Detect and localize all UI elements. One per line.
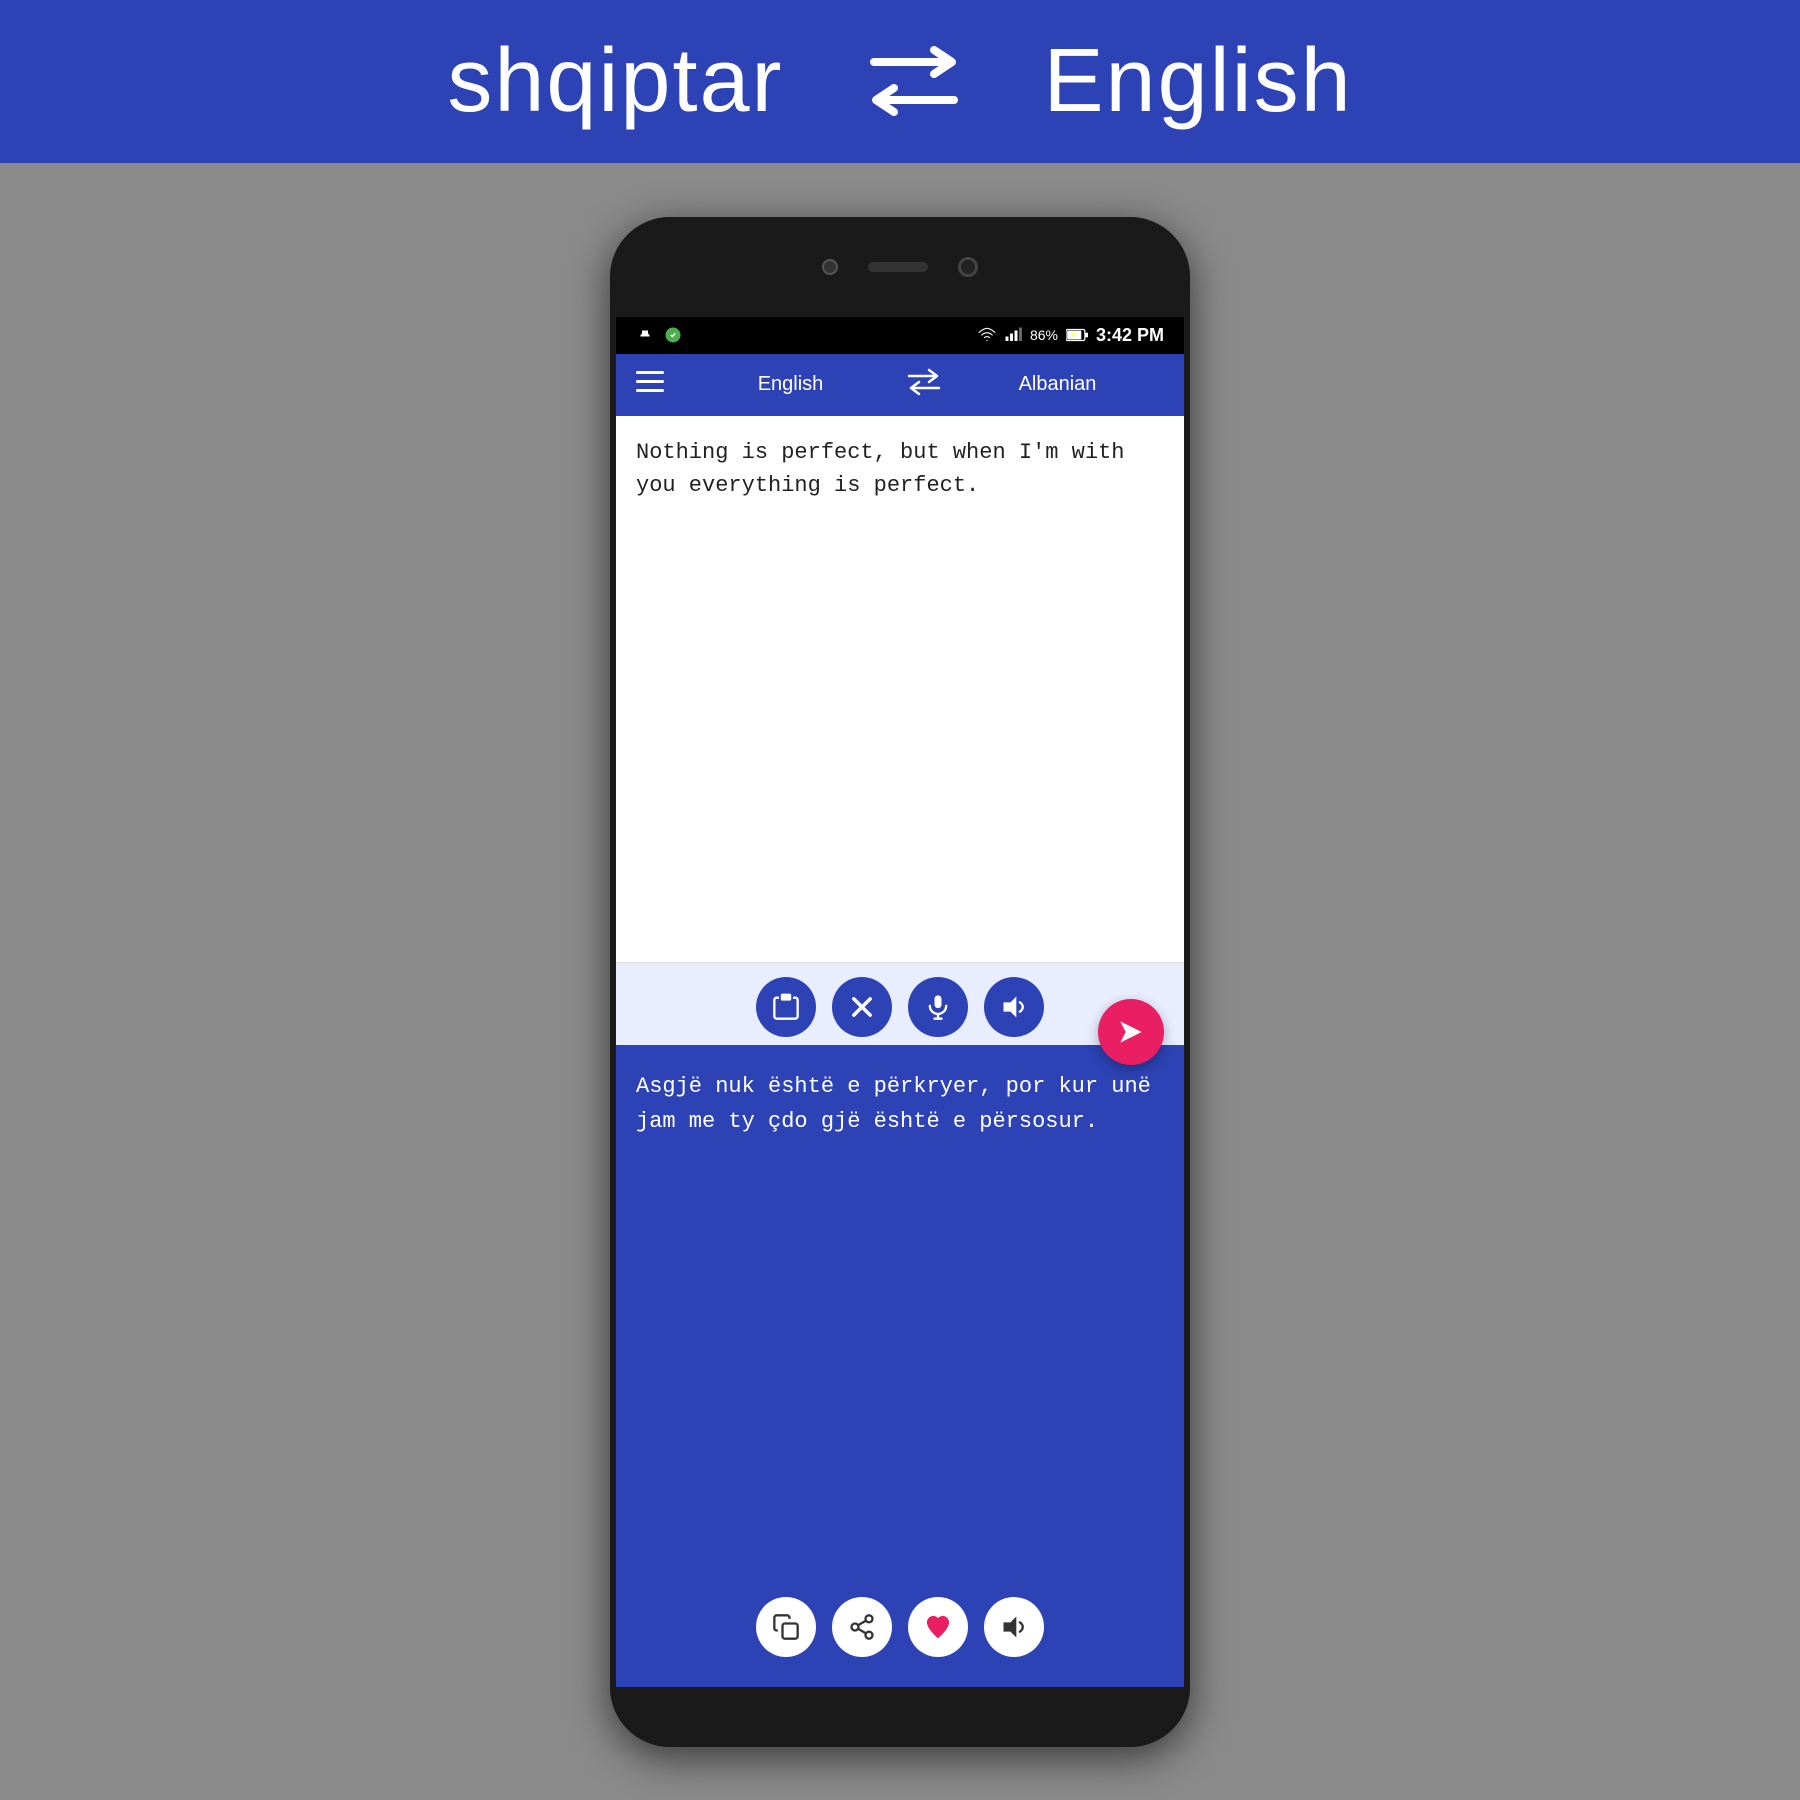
gray-area: 86% 3:42 PM bbox=[0, 163, 1800, 1800]
battery-icon bbox=[1066, 328, 1088, 342]
banner-swap-icon[interactable] bbox=[864, 37, 964, 127]
menu-button[interactable] bbox=[636, 371, 664, 399]
phone-screen: 86% 3:42 PM bbox=[616, 317, 1184, 1687]
wifi-icon bbox=[978, 326, 996, 344]
copy-icon bbox=[772, 1613, 800, 1641]
clear-icon bbox=[848, 993, 876, 1021]
status-bar: 86% 3:42 PM bbox=[616, 317, 1184, 354]
banner-lang-right[interactable]: English bbox=[1044, 30, 1353, 133]
battery-percent: 86% bbox=[1030, 327, 1058, 343]
banner-lang-left[interactable]: shqiptar bbox=[447, 30, 783, 133]
input-area[interactable]: Nothing is perfect, but when I'm with yo… bbox=[616, 416, 1184, 963]
clear-button[interactable] bbox=[832, 977, 892, 1037]
toolbar-lang-right[interactable]: Albanian bbox=[951, 373, 1164, 396]
phone-bottom-bezel bbox=[610, 1687, 1190, 1747]
app-toolbar: English Albanian bbox=[616, 354, 1184, 416]
phone: 86% 3:42 PM bbox=[610, 217, 1190, 1747]
toolbar-swap-button[interactable] bbox=[897, 368, 951, 402]
phone-front-camera bbox=[822, 259, 838, 275]
clipboard-button[interactable] bbox=[756, 977, 816, 1037]
send-icon bbox=[1115, 1016, 1147, 1048]
microphone-icon bbox=[924, 993, 952, 1021]
copy-output-button[interactable] bbox=[756, 1597, 816, 1657]
share-icon bbox=[848, 1613, 876, 1641]
status-time: 3:42 PM bbox=[1096, 325, 1164, 346]
input-text[interactable]: Nothing is perfect, but when I'm with yo… bbox=[636, 436, 1164, 942]
app-icon bbox=[664, 326, 682, 344]
top-banner: shqiptar English bbox=[0, 0, 1800, 163]
signal-icon bbox=[1004, 326, 1022, 344]
toolbar-lang-left[interactable]: English bbox=[684, 373, 897, 396]
speaker-input-button[interactable] bbox=[984, 977, 1044, 1037]
phone-top-bezel bbox=[610, 217, 1190, 317]
speaker-output-icon bbox=[1000, 1613, 1028, 1641]
status-left-icons bbox=[636, 326, 682, 344]
status-right: 86% 3:42 PM bbox=[978, 325, 1164, 346]
phone-camera-lens bbox=[958, 257, 978, 277]
send-button[interactable] bbox=[1098, 999, 1164, 1065]
output-text: Asgjë nuk është e përkryer, por kur unë … bbox=[636, 1069, 1164, 1583]
output-area: Asgjë nuk është e përkryer, por kur unë … bbox=[616, 1045, 1184, 1687]
phone-earpiece bbox=[868, 262, 928, 272]
share-output-button[interactable] bbox=[832, 1597, 892, 1657]
output-actions bbox=[636, 1583, 1164, 1677]
usb-icon bbox=[636, 326, 654, 344]
clipboard-icon bbox=[772, 993, 800, 1021]
heart-icon bbox=[924, 1613, 952, 1641]
input-actions bbox=[616, 963, 1184, 1045]
speaker-input-icon bbox=[1000, 993, 1028, 1021]
speaker-output-button[interactable] bbox=[984, 1597, 1044, 1657]
microphone-button[interactable] bbox=[908, 977, 968, 1037]
heart-button[interactable] bbox=[908, 1597, 968, 1657]
